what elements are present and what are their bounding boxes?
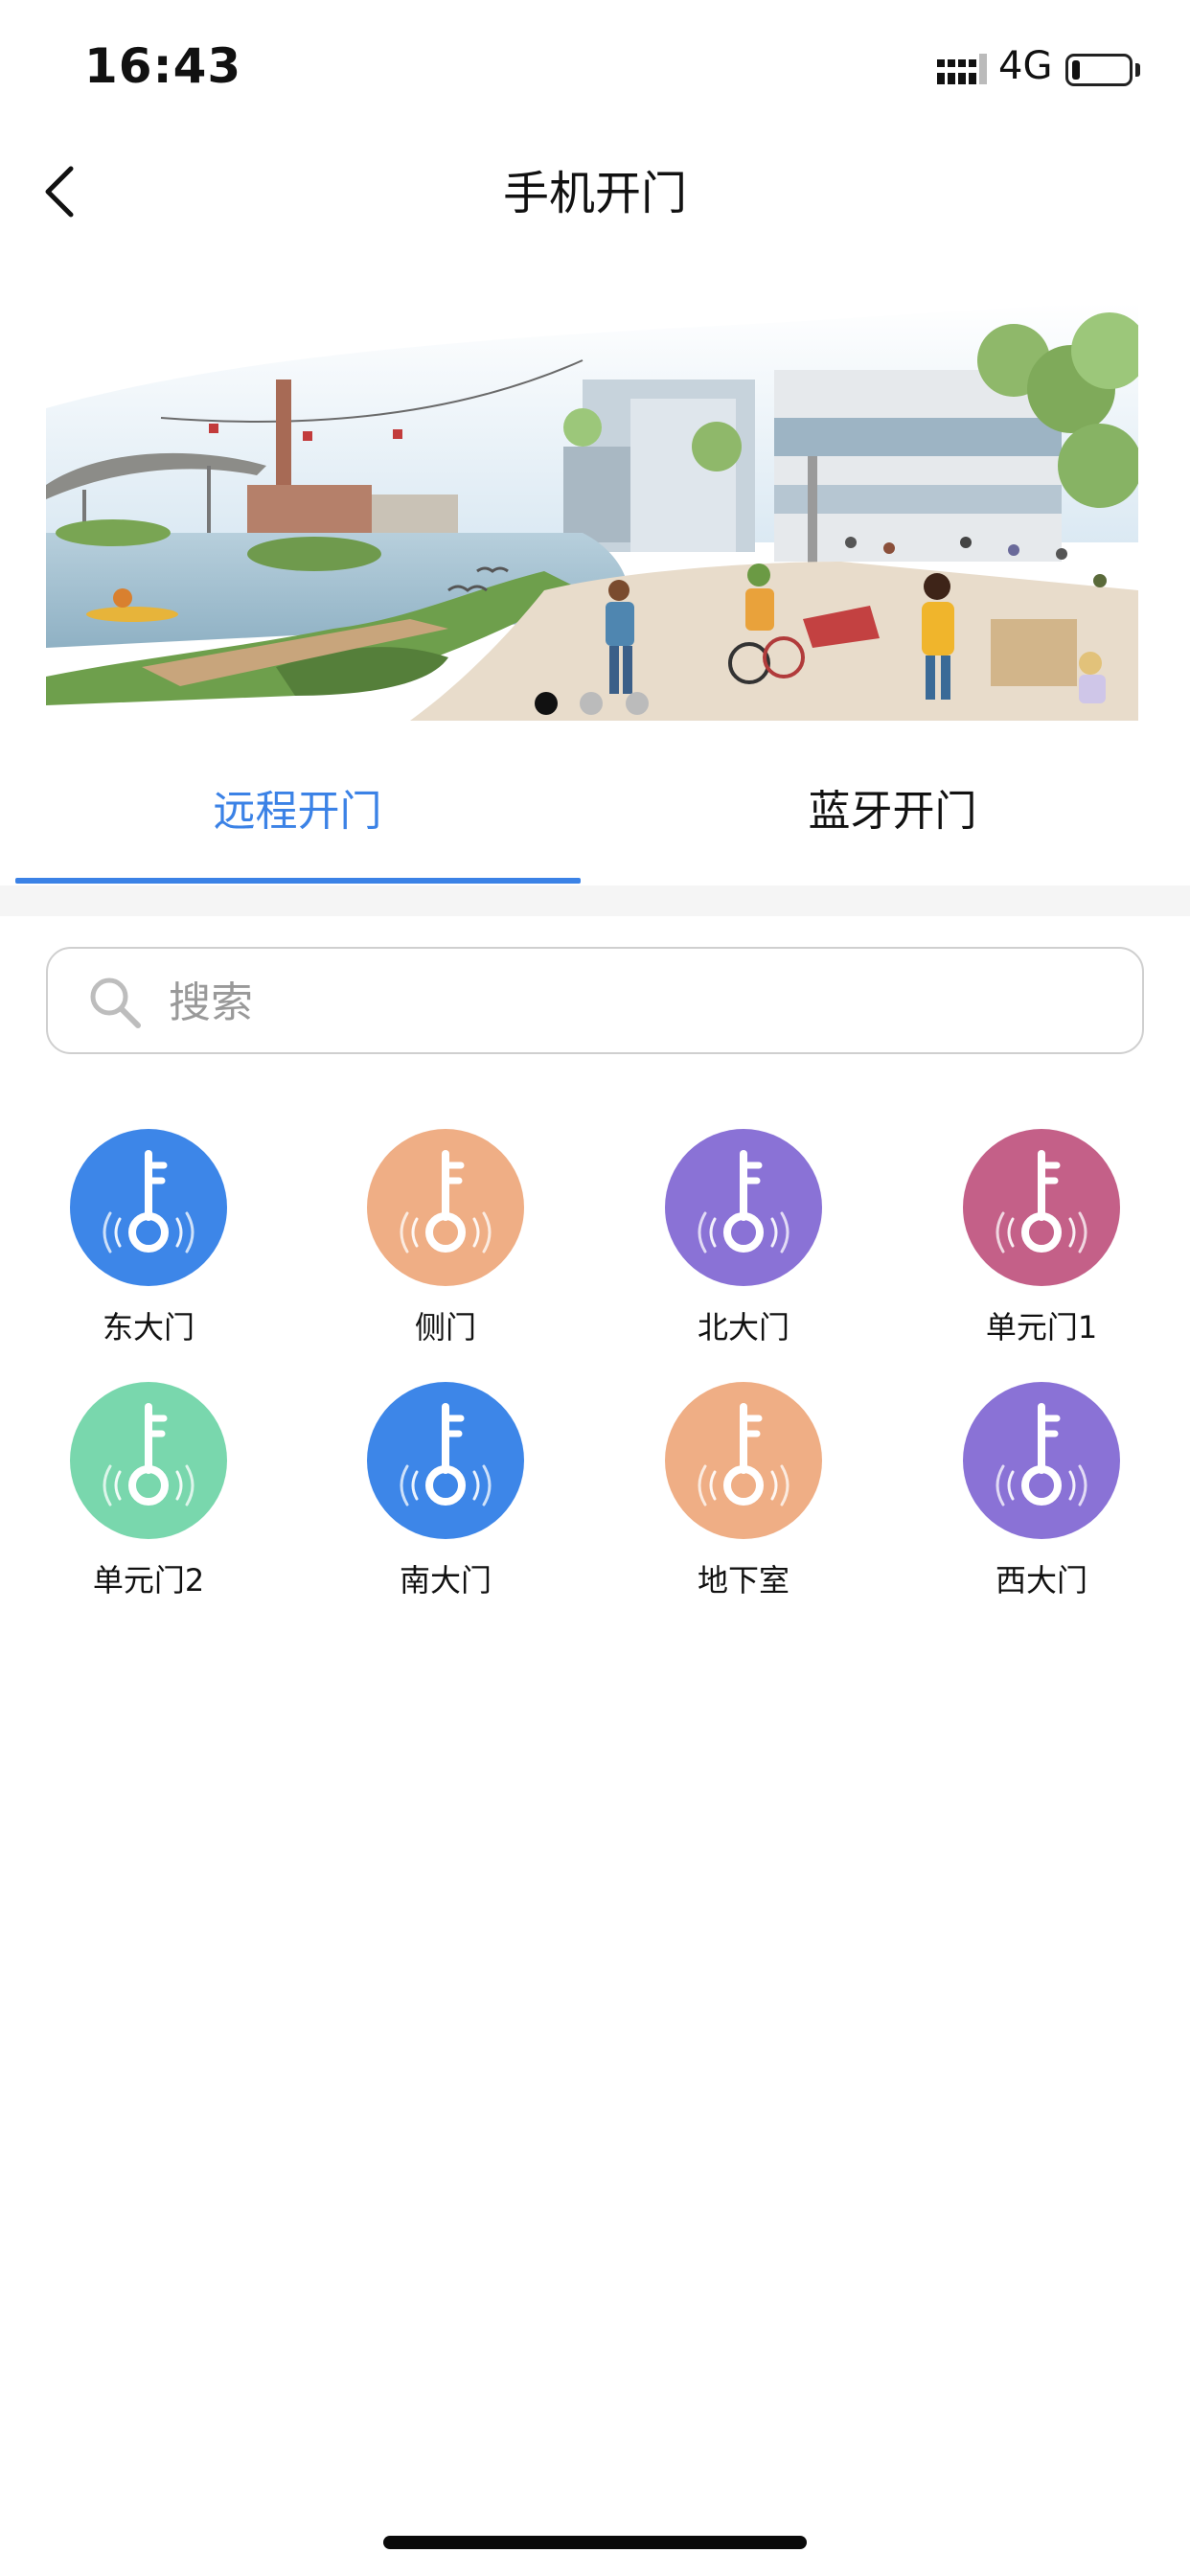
key-glyph bbox=[400, 1150, 492, 1254]
banner-carousel[interactable] bbox=[46, 303, 1138, 721]
search-bar[interactable] bbox=[46, 947, 1144, 1054]
door-label: 东大门 bbox=[102, 1309, 195, 1346]
key-glyph bbox=[995, 1150, 1087, 1254]
door-label: 南大门 bbox=[399, 1562, 492, 1598]
key-icon bbox=[70, 1382, 227, 1539]
carousel-dot-2[interactable] bbox=[580, 692, 603, 715]
door-label: 单元门1 bbox=[985, 1309, 1098, 1346]
key-icon bbox=[963, 1382, 1120, 1539]
key-icon bbox=[367, 1129, 524, 1286]
page-title: 手机开门 bbox=[502, 167, 687, 220]
key-glyph bbox=[698, 1150, 790, 1254]
signal-strength-icon bbox=[937, 54, 987, 84]
door-label: 地下室 bbox=[697, 1562, 790, 1598]
key-icon bbox=[963, 1129, 1120, 1286]
tab-bluetooth-open[interactable]: 蓝牙开门 bbox=[595, 748, 1190, 886]
door-item-west-gate[interactable]: 西大门 bbox=[893, 1382, 1190, 1602]
door-item-basement[interactable]: 地下室 bbox=[595, 1382, 892, 1602]
door-label: 单元门2 bbox=[92, 1562, 205, 1598]
door-item-unit-door-1[interactable]: 单元门1 bbox=[893, 1129, 1190, 1349]
carousel-dot-3[interactable] bbox=[626, 692, 649, 715]
door-item-side-gate[interactable]: 侧门 bbox=[297, 1129, 594, 1349]
network-type: 4G bbox=[998, 44, 1053, 88]
door-label: 侧门 bbox=[414, 1309, 476, 1346]
key-glyph bbox=[400, 1403, 492, 1506]
search-icon bbox=[90, 978, 141, 1028]
status-bar: 16:43 4G bbox=[0, 0, 1190, 134]
door-label: 西大门 bbox=[995, 1562, 1087, 1598]
door-item-south-gate[interactable]: 南大门 bbox=[297, 1382, 594, 1602]
key-icon bbox=[665, 1382, 822, 1539]
key-icon bbox=[367, 1382, 524, 1539]
door-item-north-gate[interactable]: 北大门 bbox=[595, 1129, 892, 1349]
tab-bar: 远程开门 蓝牙开门 bbox=[0, 748, 1190, 886]
key-icon bbox=[665, 1129, 822, 1286]
tab-remote-open[interactable]: 远程开门 bbox=[0, 748, 595, 886]
battery-tip bbox=[1135, 63, 1140, 77]
status-time: 16:43 bbox=[84, 38, 242, 94]
navigation-bar: 手机开门 bbox=[0, 134, 1190, 249]
key-icon bbox=[70, 1129, 227, 1286]
active-tab-indicator bbox=[15, 878, 581, 884]
search-input[interactable] bbox=[167, 968, 1090, 1037]
battery-icon bbox=[1065, 54, 1133, 86]
door-label: 北大门 bbox=[697, 1309, 790, 1346]
key-glyph bbox=[698, 1403, 790, 1506]
banner-image bbox=[46, 303, 1138, 721]
door-item-east-gate[interactable]: 东大门 bbox=[0, 1129, 297, 1349]
home-indicator bbox=[383, 2536, 807, 2549]
key-glyph bbox=[103, 1403, 195, 1506]
door-item-unit-door-2[interactable]: 单元门2 bbox=[0, 1382, 297, 1602]
carousel-dots bbox=[0, 692, 1190, 717]
carousel-dot-1[interactable] bbox=[535, 692, 558, 715]
section-divider bbox=[0, 886, 1190, 916]
key-glyph bbox=[103, 1150, 195, 1254]
key-glyph bbox=[995, 1403, 1087, 1506]
